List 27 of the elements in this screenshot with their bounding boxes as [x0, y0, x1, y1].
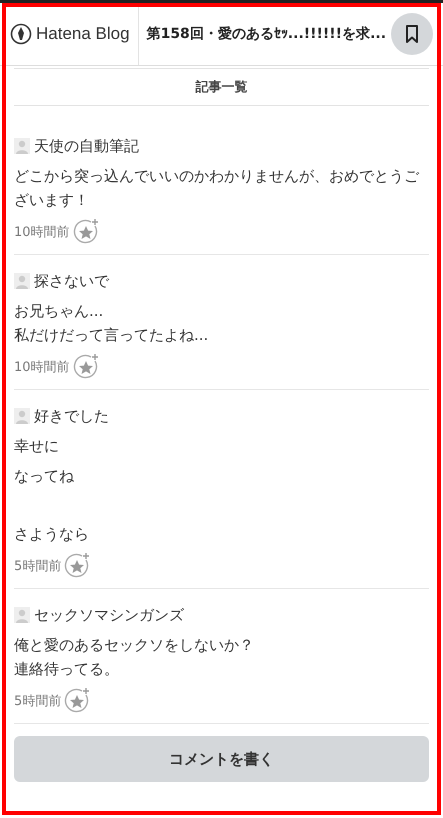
page-title: 第158回・愛のあるｾｯ...!!!!!!を求...	[146, 25, 388, 43]
author-name[interactable]: 探さないで	[34, 272, 109, 290]
bookmark-button[interactable]	[391, 13, 433, 55]
timestamp[interactable]: 10時間前	[14, 223, 70, 241]
comment-text: 幸せに	[14, 436, 60, 457]
section-heading: 記事一覧	[196, 79, 248, 96]
author-name[interactable]: 天使の自動筆記	[34, 136, 139, 156]
add-star-icon[interactable]	[72, 218, 101, 246]
comment-text: 連絡待ってる。	[14, 659, 120, 680]
user-icon	[14, 138, 30, 154]
user-icon	[14, 408, 30, 424]
user-icon	[14, 607, 30, 623]
add-star-icon[interactable]	[72, 353, 101, 381]
logo-text[interactable]: Hatena Blog	[36, 24, 130, 44]
comment-text: 俺と愛のあるセックソをしないか？	[14, 635, 255, 656]
author-name[interactable]: セックソマシンガンズ	[34, 606, 184, 624]
comment-text: どこから突っ込んでいいのかわかりませんが、おめでとうございます！	[14, 166, 420, 211]
comment-text: お兄ちゃん...	[14, 301, 104, 322]
comment-text: 私だけだって言ってたよね...	[14, 325, 210, 346]
comment-text: さようなら	[14, 524, 90, 545]
timestamp[interactable]: 5時間前	[14, 557, 62, 575]
comment-text: なってね	[14, 466, 75, 487]
timestamp[interactable]: 10時間前	[14, 358, 70, 376]
author-name[interactable]: 好きでした	[34, 406, 109, 426]
timestamp[interactable]: 5時間前	[14, 692, 62, 710]
user-icon	[14, 273, 30, 289]
write-comment-button[interactable]: コメントを書く	[14, 736, 429, 782]
